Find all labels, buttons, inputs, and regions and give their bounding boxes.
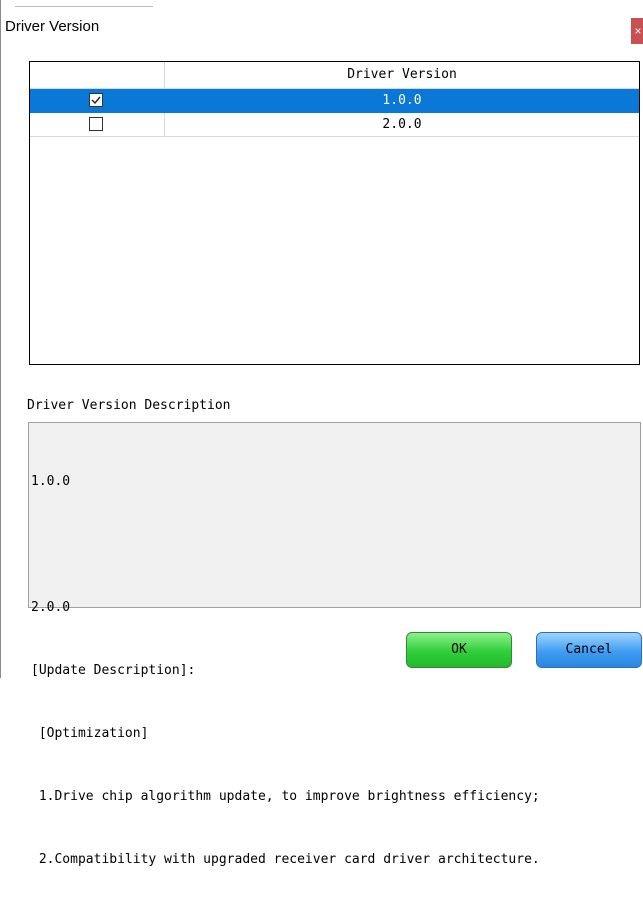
table-row[interactable]: 2.0.0 [30,113,639,137]
row-version: 1.0.0 [382,93,422,108]
description-line: 2.Compatibility with upgraded receiver c… [31,852,540,867]
driver-version-table: Driver Version 1.0.0 2.0.0 [29,61,640,365]
row-version: 2.0.0 [382,117,422,132]
close-button[interactable]: × [631,18,643,44]
row-checkbox[interactable] [89,93,103,107]
version-column-header: Driver Version [347,67,457,82]
row-checkbox-cell [30,113,165,136]
title-divider [15,6,153,7]
driver-version-dialog: Driver Version × Driver Version 1.0.0 2.… [0,0,643,867]
title-bar: Driver Version × [1,8,643,46]
description-line [31,534,640,555]
ok-button[interactable]: OK [406,632,512,668]
description-label: Driver Version Description [27,398,231,413]
close-icon: × [634,24,642,38]
checkmark-icon [91,96,101,105]
description-line: 1.Drive chip algorithm update, to improv… [31,789,540,804]
table-header: Driver Version [30,62,639,89]
table-row[interactable]: 1.0.0 [30,89,639,113]
row-checkbox-cell [30,89,165,112]
cancel-button[interactable]: Cancel [536,632,642,668]
description-textbox[interactable]: 1.0.0 2.0.0 [Update Description]: [Optim… [28,422,641,867]
checkbox-column-header [30,62,165,88]
description-line: [Optimization] [31,726,149,741]
row-checkbox[interactable] [89,117,103,131]
description-line: 2.0.0 [31,600,71,615]
description-line: 1.0.0 [31,474,71,489]
dialog-title: Driver Version [5,18,100,35]
